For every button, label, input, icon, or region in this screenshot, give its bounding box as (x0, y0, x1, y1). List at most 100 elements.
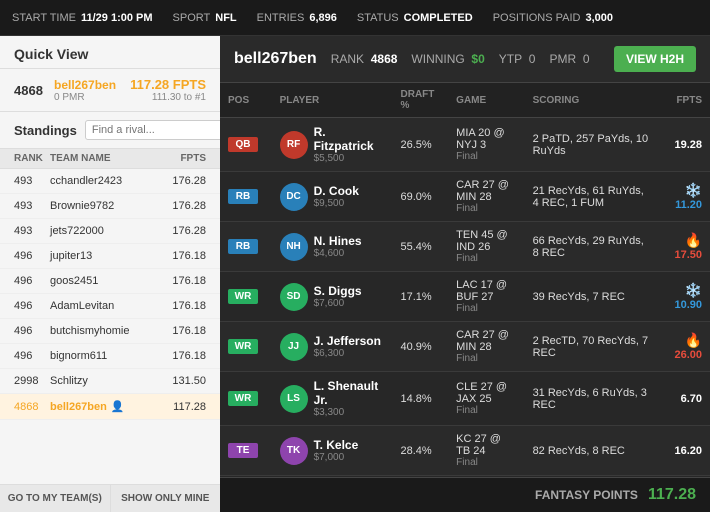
start-time: START TIME 11/29 1:00 PM (12, 12, 153, 24)
standing-row[interactable]: 4868 bell267ben👤 117.28 (0, 394, 220, 420)
table-row: RB DC D. Cook $9,500 69.0% CAR 27 @ MIN … (220, 172, 710, 222)
player-pos: WR (220, 272, 272, 322)
col-rank-header: RANK (14, 153, 50, 164)
position-badge: WR (228, 289, 258, 304)
draft-pct: 26.5% (393, 118, 449, 172)
bottom-buttons: GO TO MY TEAM(S) SHOW ONLY MINE (0, 484, 220, 512)
left-panel: Quick View 4868 bell267ben 0 PMR 117.28 … (0, 36, 220, 512)
user-rank: 4868 (14, 83, 44, 98)
contest-pmr: PMR 0 (549, 52, 589, 66)
scoring-cell: 2 PaTD, 257 PaYds, 10 RuYds (525, 118, 657, 172)
avatar: DC (280, 183, 308, 211)
game-cell: LAC 17 @ BUF 27 Final (448, 272, 524, 322)
standings-list: 493 cchandler2423 176.28 493 Brownie9782… (0, 169, 220, 484)
standing-row[interactable]: 496 jupiter13 176.18 (0, 244, 220, 269)
player-salary: $4,600 (314, 248, 362, 259)
fpts-cell: 19.28 (656, 118, 710, 172)
position-badge: QB (228, 137, 258, 152)
player-name: R. Fitzpatrick (314, 125, 385, 153)
me-icon: 👤 (111, 401, 125, 413)
positions-paid-label: POSITIONS PAID (493, 12, 581, 24)
game-cell: TEN 45 @ IND 26 Final (448, 222, 524, 272)
avatar: LS (280, 385, 308, 413)
positions-paid: POSITIONS PAID 3,000 (493, 12, 613, 24)
standing-row[interactable]: 493 jets722000 176.28 (0, 219, 220, 244)
pmr-value: 0 (583, 52, 590, 66)
game-status: Final (456, 253, 516, 264)
position-badge: RB (228, 189, 258, 204)
fpts-cell: 🔥 17.50 (656, 222, 710, 272)
standings-header: Standings ✕ (0, 112, 220, 149)
standing-row[interactable]: 2998 Schlitzy 131.50 (0, 369, 220, 394)
game-cell: CAR 27 @ MIN 28 Final (448, 172, 524, 222)
standing-rank: 496 (14, 300, 50, 312)
standing-row[interactable]: 496 goos2451 176.18 (0, 269, 220, 294)
view-h2h-button[interactable]: VIEW H2H (614, 46, 696, 72)
standing-name: butchismyhomie (50, 325, 172, 337)
position-badge: WR (228, 391, 258, 406)
standing-rank: 496 (14, 250, 50, 262)
player-name: D. Cook (314, 184, 359, 198)
standing-name: Brownie9782 (50, 200, 172, 212)
standing-row[interactable]: 496 bignorm611 176.18 (0, 344, 220, 369)
table-header-row: POS PLAYER DRAFT % GAME SCORING FPTS (220, 83, 710, 118)
standing-name: goos2451 (50, 275, 172, 287)
standing-row[interactable]: 496 butchismyhomie 176.18 (0, 319, 220, 344)
scoring-cell: 31 RecYds, 6 RuYds, 3 REC (525, 372, 657, 426)
status-value: COMPLETED (404, 12, 473, 24)
player-pos: QB (220, 118, 272, 172)
user-info: bell267ben 0 PMR (54, 78, 120, 103)
rival-input[interactable] (85, 120, 241, 140)
player-cell: LS L. Shenault Jr. $3,300 (272, 372, 393, 426)
roster-table: POS PLAYER DRAFT % GAME SCORING FPTS QB … (220, 83, 710, 477)
sport: SPORT NFL (173, 12, 237, 24)
col-pos: POS (220, 83, 272, 118)
player-name: T. Kelce (314, 438, 359, 452)
player-info: D. Cook $9,500 (314, 184, 359, 209)
player-pos: WR (220, 372, 272, 426)
draft-pct: 55.4% (393, 222, 449, 272)
scoring-cell: 66 RecYds, 29 RuYds, 8 REC (525, 222, 657, 272)
fantasy-total-value: 117.28 (648, 486, 696, 504)
contest-name: bell267ben (234, 50, 317, 68)
avatar: TK (280, 437, 308, 465)
entries-label: ENTRIES (257, 12, 305, 24)
col-scoring: SCORING (525, 83, 657, 118)
standing-rank: 493 (14, 200, 50, 212)
standing-name: AdamLevitan (50, 300, 172, 312)
fpts-cell: 🔥 26.00 (656, 322, 710, 372)
game-status: Final (456, 151, 516, 162)
col-fpts-header: FPTS (180, 153, 206, 164)
player-name: J. Jefferson (314, 334, 381, 348)
snow-icon: ❄️ (685, 282, 702, 298)
col-player: PLAYER (272, 83, 393, 118)
entries: ENTRIES 6,896 (257, 12, 337, 24)
fpts-cell: 6.70 (656, 372, 710, 426)
positions-paid-value: 3,000 (586, 12, 614, 24)
quick-view-header: Quick View (0, 36, 220, 69)
player-name: S. Diggs (314, 284, 362, 298)
draft-pct: 69.0% (393, 172, 449, 222)
table-row: TE TK T. Kelce $7,000 28.4% KC 27 @ TB 2… (220, 426, 710, 476)
draft-pct: 14.8% (393, 372, 449, 426)
game-matchup: CLE 27 @ JAX 25 (456, 381, 516, 405)
scoring-cell: 82 RecYds, 8 REC (525, 426, 657, 476)
player-cell: TK T. Kelce $7,000 (272, 426, 393, 476)
player-pos: RB (220, 222, 272, 272)
game-cell: MIA 20 @ NYJ 3 Final (448, 118, 524, 172)
standing-fpts: 176.18 (172, 250, 206, 262)
game-matchup: TEN 45 @ IND 26 (456, 229, 516, 253)
table-row: QB RF R. Fitzpatrick $5,500 26.5% MIA 20… (220, 118, 710, 172)
snow-icon: ❄️ (685, 182, 702, 198)
standing-row[interactable]: 493 Brownie9782 176.28 (0, 194, 220, 219)
standing-row[interactable]: 496 AdamLevitan 176.18 (0, 294, 220, 319)
standing-row[interactable]: 493 cchandler2423 176.28 (0, 169, 220, 194)
show-only-mine-button[interactable]: SHOW ONLY MINE (111, 485, 221, 512)
user-name: bell267ben (54, 78, 120, 92)
table-row: WR LS L. Shenault Jr. $3,300 14.8% CLE 2… (220, 372, 710, 426)
player-pos: WR (220, 322, 272, 372)
standing-name: bignorm611 (50, 350, 172, 362)
top-header: START TIME 11/29 1:00 PM SPORT NFL ENTRI… (0, 0, 710, 36)
player-pos: TE (220, 426, 272, 476)
go-to-my-teams-button[interactable]: GO TO MY TEAM(S) (0, 485, 111, 512)
